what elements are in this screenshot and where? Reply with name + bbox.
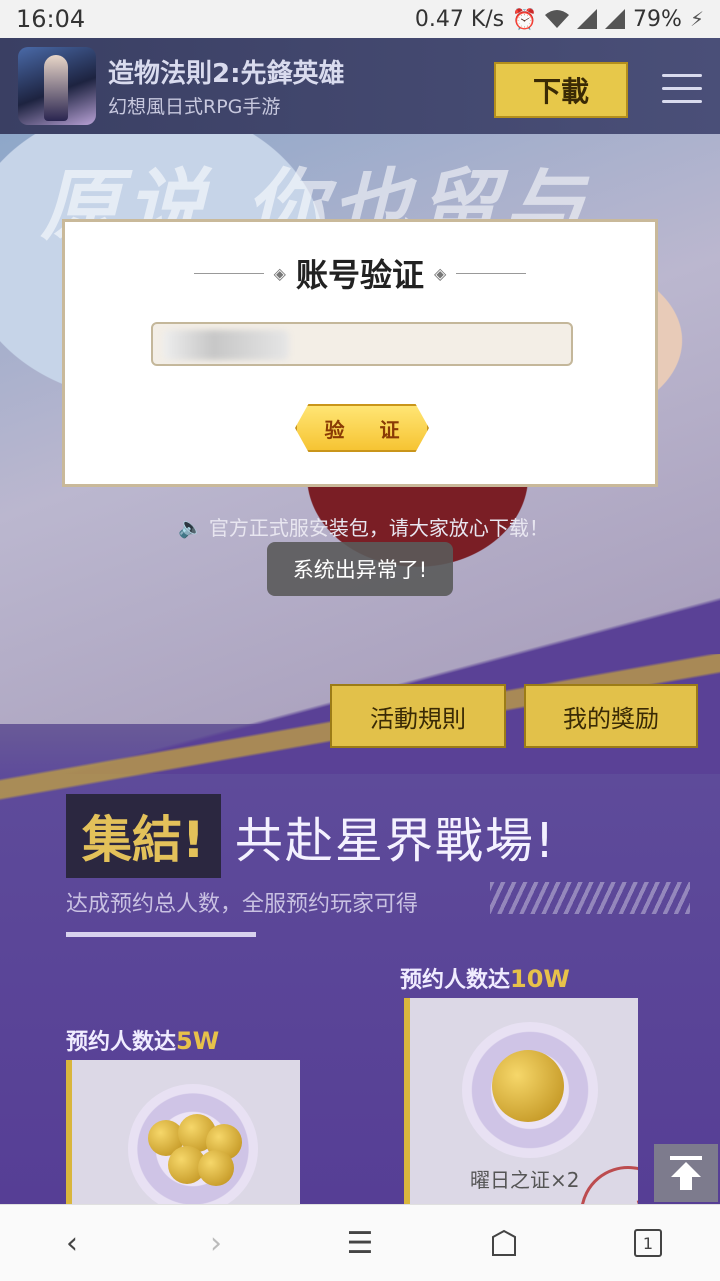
app-icon[interactable] — [18, 47, 96, 125]
app-header: 造物法則2:先鋒英雄 幻想風日式RPG手游 下載 — [0, 38, 720, 134]
menu-icon[interactable] — [662, 74, 702, 104]
battery-level: 79% — [633, 6, 682, 32]
app-subtitle: 幻想風日式RPG手游 — [108, 96, 281, 118]
notice-text: 官方正式服安装包，请大家放心下载！ — [208, 516, 549, 540]
download-button[interactable]: 下載 — [494, 62, 628, 118]
error-toast: 系统出异常了! — [267, 542, 453, 596]
ornament-icon: ◈ — [273, 263, 286, 283]
charging-icon: ⚡ — [689, 7, 704, 31]
app-titles: 造物法則2:先鋒英雄 幻想風日式RPG手游 — [108, 53, 345, 119]
signal-icon — [605, 9, 626, 29]
reward-label-5w: 预约人数达5W — [66, 1024, 219, 1056]
reward-label-text: 预约人数达 — [400, 968, 511, 993]
coin-icon — [198, 1150, 234, 1186]
reward-caption: 曜日之证×2 — [470, 1168, 580, 1192]
back-icon[interactable]: ‹ — [42, 1213, 102, 1273]
arrow-up-icon — [670, 1156, 702, 1190]
status-time: 16:04 — [16, 5, 86, 33]
title-underline — [66, 932, 256, 937]
title-rest: 共赴星界戰場! — [234, 813, 557, 869]
signal-icon — [577, 9, 598, 29]
reward-target: 5W — [176, 1027, 220, 1055]
reward-label-10w: 预约人数达10W — [400, 962, 570, 994]
dialog-header: ◈ 账号验证 ◈ — [65, 250, 655, 296]
download-notice: 🔈 官方正式服安装包，请大家放心下载！ — [178, 512, 549, 541]
browser-nav-bar: ‹ › ☰ 1 — [0, 1204, 720, 1281]
badge-icon — [492, 1050, 564, 1122]
section-title: 集結! 共赴星界戰場! — [66, 794, 556, 878]
redacted-value — [163, 330, 289, 360]
stripe-decoration — [490, 882, 690, 914]
reward-target: 10W — [510, 965, 570, 993]
status-bar: 16:04 0.47 K/s ⏰ 79% ⚡ — [0, 0, 720, 38]
title-highlight: 集結! — [66, 794, 221, 878]
account-verify-dialog: ◈ 账号验证 ◈ 验 证 — [62, 219, 658, 487]
my-rewards-button[interactable]: 我的獎励 — [524, 684, 698, 748]
speaker-icon: 🔈 — [178, 514, 203, 539]
back-to-top-button[interactable] — [654, 1144, 718, 1202]
verify-button[interactable]: 验 证 — [295, 404, 429, 452]
status-indicators: 0.47 K/s ⏰ 79% ⚡ — [415, 7, 704, 32]
activity-rules-button[interactable]: 活動規則 — [330, 684, 506, 748]
ornament-icon: ◈ — [434, 263, 447, 283]
divider — [193, 272, 264, 274]
app-icon-art — [44, 55, 68, 121]
divider — [456, 272, 527, 274]
home-icon[interactable] — [474, 1213, 534, 1273]
app-name: 造物法則2:先鋒英雄 — [108, 59, 345, 89]
dialog-title: 账号验证 — [295, 256, 424, 294]
forward-icon[interactable]: › — [186, 1213, 246, 1273]
menu-lines-icon[interactable]: ☰ — [330, 1213, 390, 1273]
alarm-icon: ⏰ — [512, 7, 538, 31]
section-subtitle: 达成预约总人数，全服预约玩家可得 — [66, 892, 419, 917]
wifi-icon — [545, 10, 570, 28]
tabs-icon[interactable]: 1 — [618, 1213, 678, 1273]
reward-card-10w[interactable]: 曜日之证×2 已达 — [404, 998, 638, 1204]
reward-card-5w[interactable] — [66, 1060, 300, 1204]
network-speed: 0.47 K/s — [414, 6, 505, 32]
tab-count: 1 — [634, 1229, 662, 1257]
reward-label-text: 预约人数达 — [66, 1030, 177, 1055]
